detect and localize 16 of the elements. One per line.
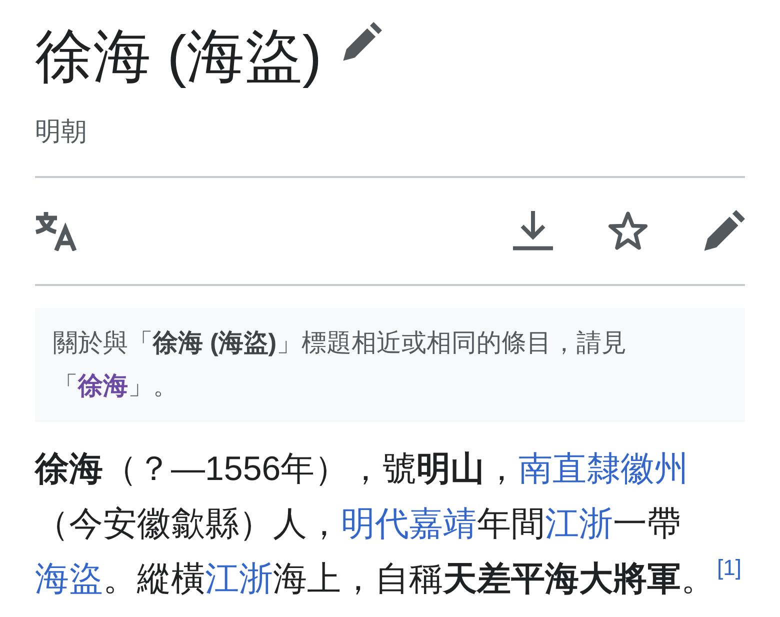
article-link[interactable]: 江浙 [545, 505, 613, 543]
pencil-icon[interactable] [703, 210, 745, 252]
article-link[interactable]: 明代嘉靖 [341, 505, 477, 543]
hatnote-text: 關於與「徐海 (海盜)」標題相近或相同的條目，請見「徐海」。 [53, 328, 628, 402]
article-link[interactable]: 海盜 [35, 560, 103, 598]
article-paragraph: 徐海（？—1556年），號明山，南直隸徽州 （今安徽歙縣）人，明代嘉靖年間江浙一帶 海盜。縱橫江浙海上，自稱天差平海大將軍。$^{[1]}$ [35, 449, 742, 600]
hatnote-link[interactable]: 徐海 [78, 372, 128, 400]
reference-link[interactable]: [1] [717, 554, 742, 580]
article-link[interactable]: 江浙 [205, 560, 273, 598]
article-link[interactable]: 南直隸徽州 [518, 450, 689, 488]
page-subtitle: 明朝 [35, 115, 88, 148]
star-icon[interactable] [608, 211, 648, 251]
download-icon[interactable] [513, 211, 553, 251]
translate-icon[interactable] [35, 211, 79, 251]
pencil-icon[interactable] [342, 22, 382, 62]
page-title: 徐海 (海盜) [35, 23, 322, 91]
